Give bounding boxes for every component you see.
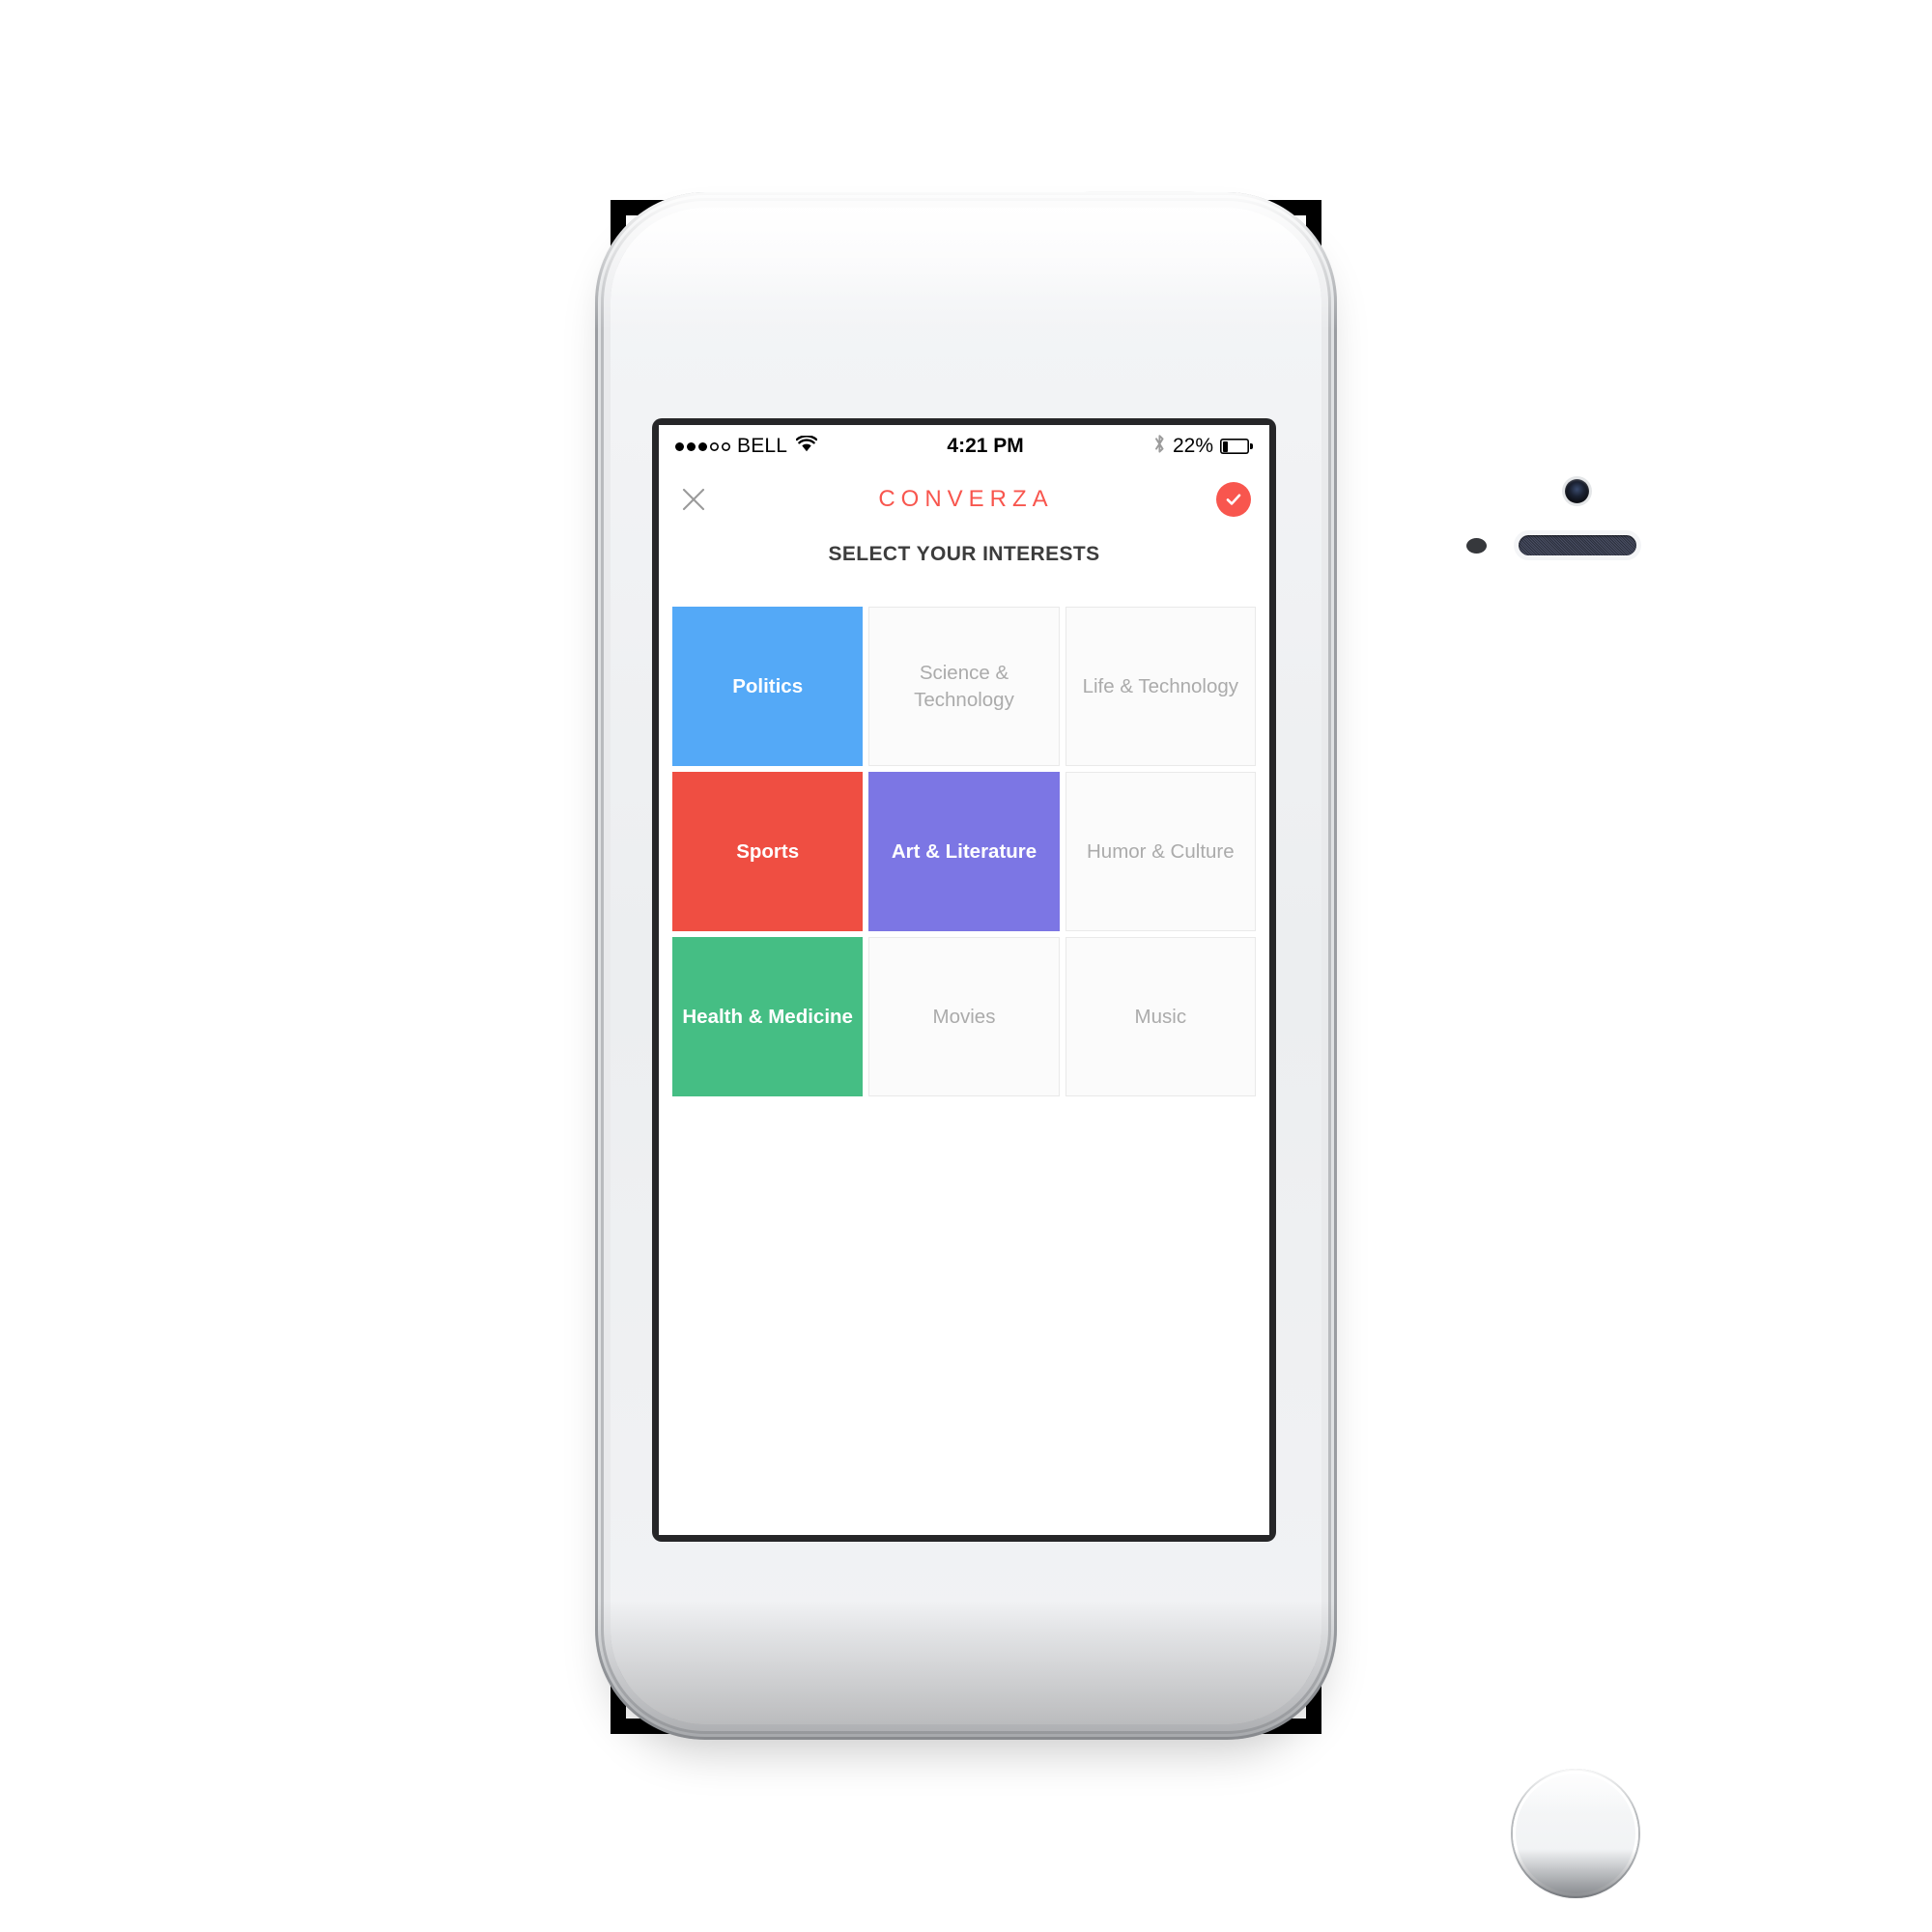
crop-mark-top-right-h (1254, 200, 1321, 215)
status-bar: BELL 4:21 PM 22% (659, 425, 1269, 468)
interest-tile-label: Music (1134, 1005, 1187, 1028)
confirm-checkmark-button[interactable] (1216, 482, 1251, 517)
app-brand-title: CONVERZA (878, 486, 1054, 512)
home-button[interactable] (1511, 1769, 1640, 1898)
wifi-icon (795, 435, 818, 458)
interest-tile-label: Science & Technology (914, 662, 1014, 711)
crop-mark-left-mid2 (597, 736, 611, 769)
interest-tile[interactable]: Science & Technology (868, 607, 1060, 766)
interest-tile[interactable]: Politics (672, 607, 864, 766)
power-button[interactable] (1082, 192, 1198, 209)
interest-tile-label: Movies (932, 1005, 996, 1028)
interest-tile-label: Life & Technology (1082, 674, 1239, 697)
battery-percent-label: 22% (1172, 435, 1213, 457)
crop-mark-top-left-h (611, 200, 678, 215)
front-camera-icon (1565, 479, 1589, 503)
interests-grid: Politics Science & Technology Life & Techn… (672, 607, 1256, 1096)
crop-mark-right-mid (1321, 622, 1335, 655)
interest-tile-label: Politics (732, 674, 804, 697)
bluetooth-icon (1153, 434, 1166, 460)
battery-fill-level (1222, 440, 1228, 452)
battery-icon (1220, 439, 1253, 454)
phone-screen: BELL 4:21 PM 22% CONVERZA SELECT YOUR IN… (659, 425, 1269, 1535)
status-bar-left: BELL (675, 435, 818, 458)
carrier-label: BELL (737, 435, 788, 457)
crop-mark-bot-right-h (1254, 1719, 1321, 1734)
interest-tile-label: Art & Literature (891, 839, 1037, 863)
interest-tile[interactable]: Movies (868, 937, 1060, 1096)
screenshot-stage: BELL 4:21 PM 22% CONVERZA SELECT YOUR IN… (0, 0, 1932, 1932)
interest-tile[interactable]: Music (1065, 937, 1256, 1096)
screen-bezel: BELL 4:21 PM 22% CONVERZA SELECT YOUR IN… (652, 418, 1276, 1542)
checkmark-icon (1226, 494, 1241, 505)
interest-tile[interactable]: Sports (672, 772, 864, 931)
crop-mark-right-low (1321, 1615, 1335, 1648)
interest-tile-label: Health & Medicine (682, 1005, 853, 1028)
status-bar-right: 22% (1153, 434, 1253, 460)
page-subtitle: SELECT YOUR INTERESTS (828, 543, 1100, 565)
interest-tile-label: Sports (736, 839, 800, 863)
interest-tile[interactable]: Art & Literature (868, 772, 1060, 931)
interest-tile[interactable]: Humor & Culture (1065, 772, 1256, 931)
close-x-icon[interactable] (677, 483, 710, 516)
crop-mark-bot-left-h (611, 1719, 678, 1734)
crop-mark-left-low (597, 1615, 611, 1648)
content-spacer (659, 1096, 1269, 1535)
signal-strength-icon (675, 441, 730, 451)
earpiece-speaker (1519, 535, 1636, 555)
status-bar-time: 4:21 PM (947, 435, 1024, 457)
interest-tile[interactable]: Health & Medicine (672, 937, 864, 1096)
interest-tile[interactable]: Life & Technology (1065, 607, 1256, 766)
interest-tile-label: Humor & Culture (1086, 839, 1235, 863)
app-header: CONVERZA (659, 468, 1269, 531)
proximity-sensor-icon (1466, 538, 1487, 554)
